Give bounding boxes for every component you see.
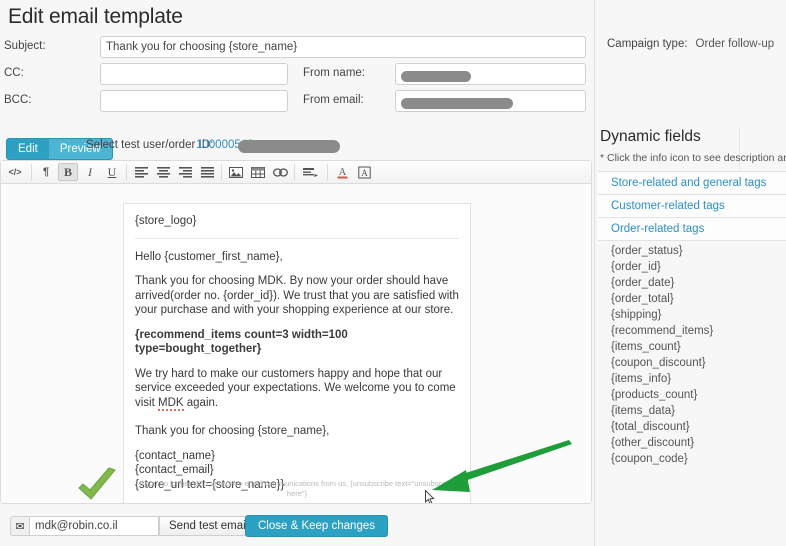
- toolbar-separator: [327, 163, 328, 181]
- tag-item[interactable]: {items_data}: [598, 403, 786, 419]
- email-paragraph-2: We try hard to make our customers happy …: [135, 367, 459, 411]
- rich-text-editor: </> ¶ B I U A A {store_logo} Hello {cust…: [0, 160, 592, 504]
- tag-item[interactable]: {order_date}: [598, 275, 786, 291]
- order-tag-list: {order_status} {order_id} {order_date} {…: [598, 243, 786, 467]
- image-icon[interactable]: [226, 163, 246, 181]
- email-paragraph-2-misspelled: MDK: [158, 396, 184, 411]
- toolbar-group-styles: [298, 163, 324, 181]
- accordion-order-related-tags[interactable]: Order-related tags: [598, 217, 786, 241]
- source-code-icon[interactable]: </>: [3, 163, 27, 181]
- campaign-type-value: Order follow-up: [695, 38, 775, 50]
- cc-label: CC:: [4, 67, 24, 79]
- from-name-label: From name:: [303, 67, 365, 79]
- align-right-icon[interactable]: [175, 163, 195, 181]
- email-preview-paper[interactable]: {store_logo} Hello {customer_first_name}…: [123, 203, 471, 503]
- email-recommend-items-tag: {recommend_items count=3 width=100 type=…: [135, 328, 348, 356]
- panel-divider: [594, 0, 595, 546]
- campaign-type: Campaign type: Order follow-up: [607, 38, 774, 50]
- close-keep-changes-button[interactable]: Close & Keep changes: [245, 515, 388, 537]
- subject-label: Subject:: [4, 40, 46, 52]
- toolbar-group-color: A A: [331, 163, 375, 181]
- toolbar-group-format: ¶ B I U: [35, 163, 123, 181]
- email-signature-contact-email: {contact_email}: [135, 464, 214, 476]
- link-icon[interactable]: [270, 163, 290, 181]
- toolbar-separator: [126, 163, 127, 181]
- from-email-label: From email:: [303, 94, 364, 106]
- email-header-form: Subject: CC: From name: BCC: From email:: [0, 36, 592, 117]
- styles-icon[interactable]: [299, 163, 323, 181]
- paragraph-icon[interactable]: ¶: [36, 163, 56, 181]
- green-checkmark-annotation: [78, 467, 116, 500]
- dynamic-fields-title: Dynamic fields: [600, 128, 701, 145]
- tab-edit[interactable]: Edit: [6, 138, 49, 160]
- toolbar-separator: [221, 163, 222, 181]
- toolbar-separator: [294, 163, 295, 181]
- cc-input[interactable]: [100, 63, 288, 85]
- accordion-store-related-tags[interactable]: Store-related and general tags: [598, 171, 786, 195]
- email-signature-contact-name: {contact_name}: [135, 449, 215, 462]
- align-center-icon[interactable]: [153, 163, 173, 181]
- align-left-icon[interactable]: [131, 163, 151, 181]
- bcc-row: BCC: From email:: [0, 90, 592, 115]
- accordion-customer-related-tags[interactable]: Customer-related tags: [598, 194, 786, 218]
- editor-canvas[interactable]: {store_logo} Hello {customer_first_name}…: [1, 185, 591, 503]
- toolbar-group-source: </>: [2, 163, 28, 181]
- tag-item[interactable]: {order_id}: [598, 259, 786, 275]
- toolbar-group-align: [130, 163, 218, 181]
- align-justify-icon[interactable]: [197, 163, 217, 181]
- dynamic-fields-note: * Click the info icon to see description…: [600, 152, 786, 164]
- bcc-label: BCC:: [4, 94, 32, 106]
- bold-icon[interactable]: B: [58, 163, 78, 181]
- tag-item[interactable]: {total_discount}: [598, 419, 786, 435]
- svg-text:A: A: [361, 168, 368, 178]
- email-paragraph-2-after: again.: [183, 396, 219, 409]
- svg-text:A: A: [338, 167, 346, 178]
- text-color-icon[interactable]: A: [332, 163, 352, 181]
- tag-item[interactable]: {order_status}: [598, 243, 786, 259]
- edit-email-template-page: Edit email template Subject: CC: From na…: [0, 0, 786, 546]
- tag-item[interactable]: {coupon_discount}: [598, 355, 786, 371]
- italic-icon[interactable]: I: [80, 163, 100, 181]
- background-color-icon[interactable]: A: [354, 163, 374, 181]
- email-store-logo: {store_logo}: [135, 215, 197, 227]
- tag-item[interactable]: {coupon_code}: [598, 451, 786, 467]
- page-title: Edit email template: [8, 5, 183, 28]
- email-divider: [135, 237, 459, 239]
- tag-item[interactable]: {other_discount}: [598, 435, 786, 451]
- email-closing: Thank you for choosing {store_name},: [135, 425, 330, 437]
- tag-item[interactable]: {items_count}: [598, 339, 786, 355]
- from-name-redaction: [401, 71, 471, 82]
- email-paragraph-1: Thank you for choosing MDK. By now your …: [135, 275, 459, 316]
- bcc-input[interactable]: [100, 90, 288, 112]
- campaign-type-label: Campaign type:: [607, 38, 688, 50]
- cc-row: CC: From name:: [0, 63, 592, 88]
- toolbar-group-insert: [225, 163, 291, 181]
- test-email-input[interactable]: [29, 516, 159, 536]
- from-email-redaction: [401, 98, 513, 109]
- test-user-redaction: [238, 140, 340, 153]
- envelope-icon: ✉: [10, 516, 29, 536]
- dynamic-fields-panel: Dynamic fields * Click the info icon to …: [598, 128, 786, 467]
- subject-row: Subject:: [0, 36, 592, 61]
- tag-item[interactable]: {order_total}: [598, 291, 786, 307]
- tag-item[interactable]: {products_count}: [598, 387, 786, 403]
- green-arrow-annotation: [432, 440, 572, 492]
- select-test-user-label: Select test user/order ID:: [86, 139, 214, 151]
- editor-toolbar: </> ¶ B I U A A: [1, 161, 591, 184]
- email-greeting: Hello {customer_first_name},: [135, 250, 283, 263]
- send-test-email-button[interactable]: Send test email: [159, 516, 259, 536]
- table-icon[interactable]: [248, 163, 268, 181]
- subject-input[interactable]: [100, 36, 586, 58]
- mouse-cursor: [425, 490, 435, 503]
- tag-item[interactable]: {items_info}: [598, 371, 786, 387]
- toolbar-separator: [31, 163, 32, 181]
- email-unsubscribe-footer: If you no longer wish to receive email c…: [139, 479, 455, 498]
- bottom-action-bar: ✉ Send test email Close & Keep changes: [0, 508, 592, 546]
- underline-icon[interactable]: U: [102, 163, 122, 181]
- tag-item[interactable]: {shipping}: [598, 307, 786, 323]
- tag-item[interactable]: {recommend_items}: [598, 323, 786, 339]
